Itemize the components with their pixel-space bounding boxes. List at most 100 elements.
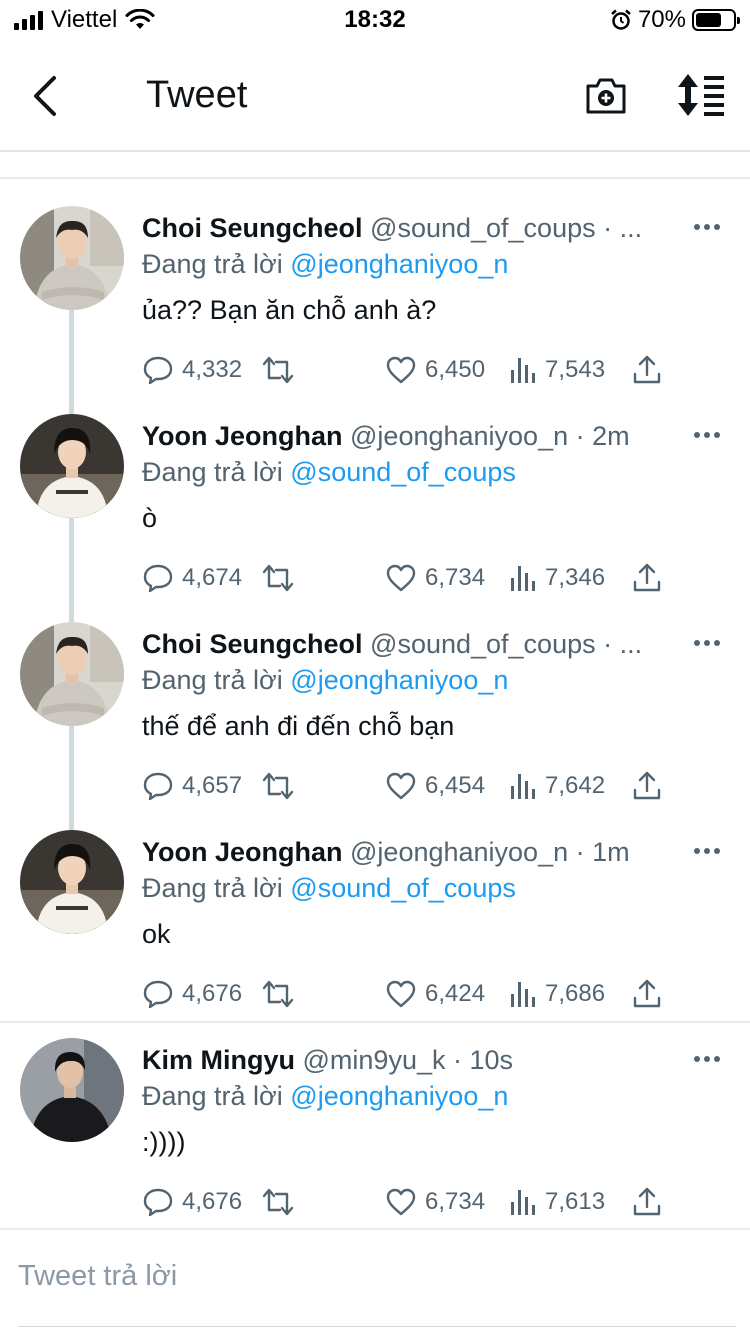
- tweet-actions: 4,674 6,734 7,346: [142, 558, 682, 598]
- sort-button[interactable]: [676, 72, 726, 118]
- view-count: 7,543: [545, 356, 606, 383]
- author-name[interactable]: Kim Mingyu: [142, 1045, 295, 1075]
- mention-link[interactable]: @jeonghaniyoo_n: [290, 1081, 508, 1111]
- tweet-item[interactable]: Choi Seungcheol @sound_of_coups · ... Đan…: [0, 622, 750, 830]
- like-count: 6,450: [425, 356, 486, 383]
- battery-icon: [692, 9, 740, 31]
- tweet-item[interactable]: Yoon Jeonghan @jeonghaniyoo_n · 2m Đang t…: [0, 414, 750, 622]
- avatar[interactable]: [20, 1038, 124, 1142]
- replying-to: Đang trả lời @jeonghaniyoo_n: [142, 244, 508, 284]
- like-count: 6,734: [425, 1188, 486, 1215]
- heart-icon: [386, 564, 416, 592]
- views-icon: [511, 774, 535, 799]
- tweet-text: ủa?? Bạn ăn chỗ anh à?: [142, 295, 437, 325]
- views-button[interactable]: 7,642: [509, 766, 605, 806]
- view-count: 7,346: [545, 564, 606, 591]
- mention-link[interactable]: @jeonghaniyoo_n: [290, 249, 508, 279]
- retweet-icon: [262, 980, 294, 1008]
- share-button[interactable]: [632, 350, 662, 390]
- reply-input-underline: [18, 1326, 736, 1327]
- retweet-button[interactable]: [260, 974, 296, 1014]
- author-name[interactable]: Yoon Jeonghan: [142, 837, 343, 867]
- views-icon: [511, 982, 535, 1007]
- views-button[interactable]: 7,613: [509, 1182, 605, 1222]
- tweet-header: Kim Mingyu @min9yu_k · 10s: [142, 1040, 687, 1080]
- reply-button[interactable]: 4,674: [142, 558, 242, 598]
- views-button[interactable]: 7,543: [509, 350, 605, 390]
- author-name[interactable]: Choi Seungcheol: [142, 629, 363, 659]
- reply-count: 4,676: [182, 1188, 243, 1215]
- replying-to: Đang trả lời @sound_of_coups: [142, 868, 516, 908]
- heart-icon: [386, 772, 416, 800]
- more-options-button[interactable]: [694, 640, 720, 646]
- share-button[interactable]: [632, 1182, 662, 1222]
- share-button[interactable]: [632, 558, 662, 598]
- nav-bar: Tweet: [0, 40, 750, 152]
- view-count: 7,642: [545, 772, 606, 799]
- avatar[interactable]: [20, 206, 124, 310]
- more-options-button[interactable]: [694, 224, 720, 230]
- share-icon: [633, 771, 661, 800]
- tweet-item[interactable]: Yoon Jeonghan @jeonghaniyoo_n · 1m Đang t…: [0, 830, 750, 1038]
- retweet-icon: [262, 564, 294, 592]
- reply-input[interactable]: Tweet trả lời: [18, 1260, 177, 1293]
- like-button[interactable]: 6,734: [385, 558, 485, 598]
- share-button[interactable]: [632, 766, 662, 806]
- reply-icon: [143, 356, 173, 385]
- back-button[interactable]: [26, 74, 66, 118]
- camera-button[interactable]: [584, 74, 628, 118]
- author-handle: @jeonghaniyoo_n · 1m: [350, 837, 630, 867]
- tweet-item[interactable]: Choi Seungcheol @sound_of_coups · ... Đan…: [0, 206, 750, 414]
- status-bar: Viettel 18:32 70%: [0, 0, 750, 40]
- author-handle: @jeonghaniyoo_n · 2m: [350, 421, 630, 451]
- views-button[interactable]: 7,686: [509, 974, 605, 1014]
- views-icon: [511, 1190, 535, 1215]
- heart-icon: [386, 356, 416, 384]
- retweet-button[interactable]: [260, 350, 296, 390]
- heart-icon: [386, 980, 416, 1008]
- reply-icon: [143, 980, 173, 1009]
- like-button[interactable]: 6,454: [385, 766, 485, 806]
- battery-percent: 70%: [637, 6, 686, 33]
- retweet-button[interactable]: [260, 766, 296, 806]
- reply-button[interactable]: 4,657: [142, 766, 242, 806]
- more-options-button[interactable]: [694, 432, 720, 438]
- views-button[interactable]: 7,346: [509, 558, 605, 598]
- reply-icon: [143, 1188, 173, 1217]
- like-button[interactable]: 6,424: [385, 974, 485, 1014]
- compose-divider: [0, 1228, 750, 1230]
- tweet-header: Choi Seungcheol @sound_of_coups · ...: [142, 208, 687, 248]
- avatar[interactable]: [20, 830, 124, 934]
- mention-link[interactable]: @sound_of_coups: [290, 457, 516, 487]
- mention-link[interactable]: @sound_of_coups: [290, 873, 516, 903]
- replying-to: Đang trả lời @jeonghaniyoo_n: [142, 660, 508, 700]
- avatar[interactable]: [20, 414, 124, 518]
- view-count: 7,686: [545, 980, 606, 1007]
- views-icon: [511, 358, 535, 383]
- like-button[interactable]: 6,450: [385, 350, 485, 390]
- retweet-button[interactable]: [260, 1182, 296, 1222]
- more-options-button[interactable]: [694, 1056, 720, 1062]
- reply-button[interactable]: 4,676: [142, 974, 242, 1014]
- reply-button[interactable]: 4,332: [142, 350, 242, 390]
- mention-link[interactable]: @jeonghaniyoo_n: [290, 665, 508, 695]
- alarm-icon: [611, 9, 631, 30]
- replying-to: Đang trả lời @sound_of_coups: [142, 452, 516, 492]
- like-count: 6,424: [425, 980, 486, 1007]
- share-icon: [633, 355, 661, 384]
- like-button[interactable]: 6,734: [385, 1182, 485, 1222]
- replying-prefix: Đang trả lời: [142, 457, 283, 487]
- avatar[interactable]: [20, 622, 124, 726]
- share-icon: [633, 563, 661, 592]
- reply-button[interactable]: 4,676: [142, 1182, 242, 1222]
- retweet-button[interactable]: [260, 558, 296, 598]
- reply-count: 4,676: [182, 980, 243, 1007]
- status-right: 70%: [610, 6, 740, 34]
- tweet-item[interactable]: Kim Mingyu @min9yu_k · 10s Đang trả lời @…: [0, 1038, 750, 1246]
- page-title: Tweet: [146, 74, 248, 116]
- author-name[interactable]: Choi Seungcheol: [142, 213, 363, 243]
- author-name[interactable]: Yoon Jeonghan: [142, 421, 343, 451]
- share-button[interactable]: [632, 974, 662, 1014]
- more-options-button[interactable]: [694, 848, 720, 854]
- replying-prefix: Đang trả lời: [142, 1081, 283, 1111]
